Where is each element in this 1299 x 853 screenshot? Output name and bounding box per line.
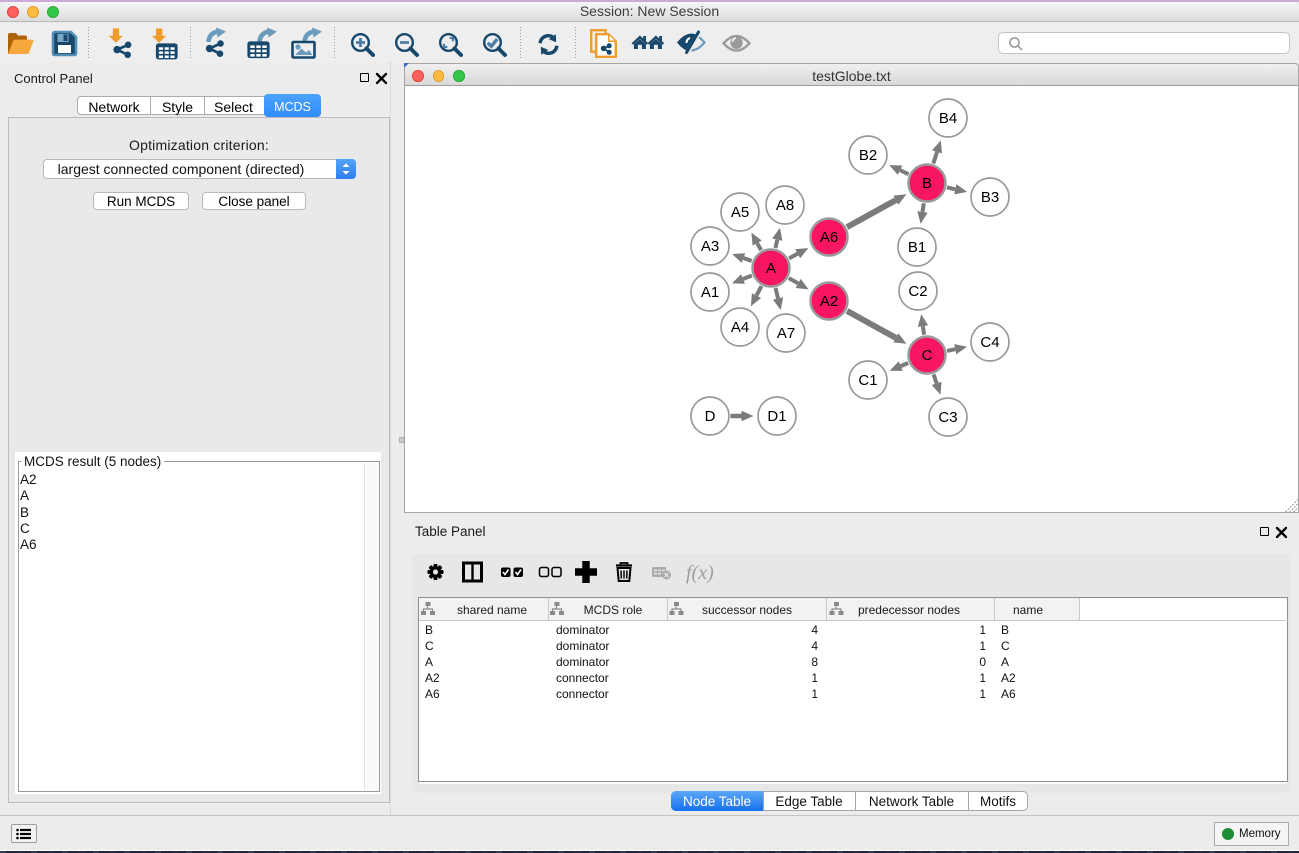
svg-text:D: D [705, 408, 716, 425]
svg-text:B2: B2 [859, 147, 877, 164]
svg-text:A8: A8 [776, 197, 794, 214]
svg-text:C3: C3 [938, 409, 957, 426]
svg-text:f(x): f(x) [686, 562, 714, 584]
svg-text:B3: B3 [981, 189, 999, 206]
svg-text:A3: A3 [701, 238, 719, 255]
svg-text:C1: C1 [858, 372, 877, 389]
svg-text:C4: C4 [980, 334, 999, 351]
svg-text:A6: A6 [820, 229, 838, 246]
svg-text:B: B [922, 175, 932, 192]
svg-text:A: A [766, 260, 776, 277]
svg-text:C: C [922, 347, 933, 364]
svg-text:A1: A1 [701, 284, 719, 301]
svg-text:A4: A4 [731, 319, 749, 336]
svg-text:A7: A7 [777, 325, 795, 342]
svg-text:D1: D1 [767, 408, 786, 425]
svg-text:A2: A2 [820, 293, 838, 310]
svg-text:B4: B4 [939, 110, 957, 127]
svg-text:A5: A5 [731, 204, 749, 221]
svg-text:C2: C2 [908, 283, 927, 300]
svg-text:B1: B1 [908, 239, 926, 256]
